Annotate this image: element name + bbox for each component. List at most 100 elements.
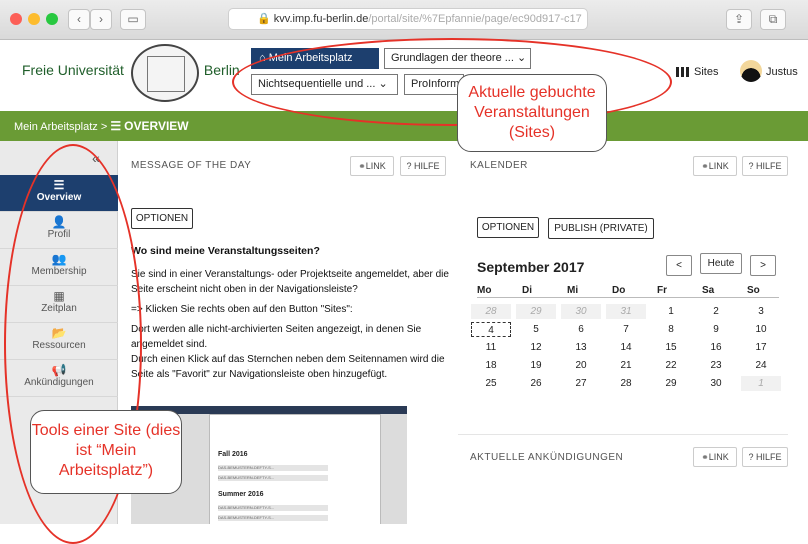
calendar-help-button[interactable]: ? HILFE	[742, 156, 788, 176]
breadcrumb-root[interactable]: Mein Arbeitsplatz	[14, 121, 98, 133]
calendar-day[interactable]: 28	[471, 304, 511, 319]
url-path: /portal/site/%7Epfannie/page/ec90d917-c1…	[368, 13, 582, 25]
calendar-day[interactable]: 4	[471, 322, 511, 337]
calendar-day[interactable]: 29	[516, 304, 556, 319]
tabs-icon[interactable]: ⧉	[760, 9, 786, 30]
close-window-button[interactable]	[10, 13, 22, 25]
calendar-day[interactable]: 16	[696, 340, 736, 355]
link-icon: ⚭	[358, 161, 366, 171]
annotation-note-tools: Tools einer Site (dies ist “Mein Arbeits…	[30, 410, 182, 494]
weekday-label: Sa	[702, 285, 715, 296]
calendar-day[interactable]: 21	[606, 358, 646, 373]
screenshot-site-item: DAS-BEMUSTERN-DEFTY-S...	[218, 465, 328, 471]
minimize-window-button[interactable]	[28, 13, 40, 25]
calendar-day[interactable]: 25	[471, 376, 511, 391]
annotation-note-sites: Aktuelle gebuchte Veranstaltungen (Sites…	[457, 74, 607, 152]
motd-title: MESSAGE OF THE DAY	[131, 160, 252, 171]
share-icon[interactable]: ⇪	[726, 9, 752, 30]
calendar-day[interactable]: 1	[741, 376, 781, 391]
weekday-label: Fr	[657, 285, 667, 296]
calendar-day[interactable]: 2	[696, 304, 736, 319]
announcements-link-label: LINK	[708, 452, 729, 462]
calendar-divider	[477, 297, 779, 298]
calendar-day[interactable]: 1	[651, 304, 691, 319]
sidebar-toggle-icon[interactable]: ▭	[120, 9, 146, 30]
calendar-next-button[interactable]: >	[750, 255, 776, 276]
calendar-day[interactable]: 20	[561, 358, 601, 373]
calendar-day[interactable]: 18	[471, 358, 511, 373]
weekday-label: So	[747, 285, 760, 296]
calendar-day[interactable]: 28	[606, 376, 646, 391]
calendar-link-button[interactable]: ⚭LINK	[693, 156, 737, 176]
calendar-day[interactable]: 13	[561, 340, 601, 355]
weekday-label: Di	[522, 285, 532, 296]
calendar-title: KALENDER	[470, 160, 528, 171]
screenshot-term-1: Fall 2016	[218, 451, 248, 458]
screenshot-site-item: DAS-BEMUSTERN-DEFTY-S...	[218, 505, 328, 511]
grid-icon	[676, 67, 690, 78]
calendar-day[interactable]: 19	[516, 358, 556, 373]
calendar-day[interactable]: 9	[696, 322, 736, 337]
announcements-link-button[interactable]: ⚭LINK	[693, 447, 737, 467]
screenshot-site-item: DAS-BEMUSTERN-DEFTY-S...	[218, 475, 328, 481]
address-bar[interactable]: 🔒 kvv.imp.fu-berlin.de/portal/site/%7Epf…	[228, 8, 588, 30]
announcements-help-button[interactable]: ? HILFE	[742, 447, 788, 467]
sites-label: Sites	[694, 66, 719, 78]
calendar-day[interactable]: 14	[606, 340, 646, 355]
breadcrumb-separator: >	[100, 121, 108, 133]
calendar-prev-button[interactable]: <	[666, 255, 692, 276]
user-name[interactable]: Justus	[766, 66, 798, 78]
forward-icon[interactable]: ›	[90, 9, 112, 30]
calendar-day[interactable]: 29	[651, 376, 691, 391]
calendar-day[interactable]: 30	[561, 304, 601, 319]
motd-paragraph: Dort werden alle nicht-archivierten Seit…	[131, 324, 422, 350]
link-icon: ⚭	[701, 452, 709, 462]
screenshot-sites-modal: Fall 2016 DAS-BEMUSTERN-DEFTY-S... DAS-B…	[209, 414, 381, 524]
menu-icon: ☰	[110, 119, 122, 133]
link-icon: ⚭	[701, 161, 709, 171]
calendar-day[interactable]: 12	[516, 340, 556, 355]
weekday-label: Mi	[567, 285, 579, 296]
motd-link-button[interactable]: ⚭LINK	[350, 156, 394, 176]
calendar-month: September 2017	[477, 259, 585, 275]
calendar-day[interactable]: 8	[651, 322, 691, 337]
motd-paragraph: Durch einen Klick auf das Sternchen nebe…	[131, 354, 445, 380]
motd-paragraph: => Klicken Sie rechts oben auf den Butto…	[131, 304, 353, 315]
lock-icon: 🔒	[257, 13, 271, 25]
calendar-options-button[interactable]: OPTIONEN	[477, 217, 539, 238]
calendar-day[interactable]: 27	[561, 376, 601, 391]
calendar-day[interactable]: 6	[561, 322, 601, 337]
motd-paragraph: Sie sind in einer Veranstaltungs- oder P…	[131, 269, 449, 295]
calendar-day[interactable]: 31	[606, 304, 646, 319]
announcements-title: AKTUELLE ANKÜNDIGUNGEN	[470, 452, 624, 463]
breadcrumb-current: OVERVIEW	[124, 119, 189, 133]
calendar-day[interactable]: 30	[696, 376, 736, 391]
calendar-day[interactable]: 15	[651, 340, 691, 355]
motd-help-button[interactable]: ? HILFE	[400, 156, 446, 176]
calendar-day[interactable]: 24	[741, 358, 781, 373]
sites-button[interactable]: Sites	[676, 66, 718, 78]
university-seal-icon	[131, 44, 199, 102]
calendar-day[interactable]: 3	[741, 304, 781, 319]
calendar-day[interactable]: 22	[651, 358, 691, 373]
calendar-day[interactable]: 5	[516, 322, 556, 337]
publish-private-button[interactable]: PUBLISH (PRIVATE)	[548, 218, 654, 239]
url-host: kvv.imp.fu-berlin.de	[273, 13, 369, 25]
motd-link-label: LINK	[365, 161, 386, 171]
calendar-today-button[interactable]: Heute	[700, 253, 742, 274]
motd-content: Wo sind meine Veranstaltungsseiten? Sie …	[131, 244, 451, 387]
back-icon[interactable]: ‹	[68, 9, 90, 30]
weekday-label: Do	[612, 285, 626, 296]
calendar-day[interactable]: 11	[471, 340, 511, 355]
calendar-day[interactable]: 26	[516, 376, 556, 391]
avatar[interactable]	[740, 60, 762, 82]
logo-text-left: Freie Universität	[22, 62, 124, 78]
section-divider	[458, 434, 788, 435]
calendar-day[interactable]: 10	[741, 322, 781, 337]
motd-options-button[interactable]: OPTIONEN	[131, 208, 193, 229]
zoom-window-button[interactable]	[46, 13, 58, 25]
calendar-day[interactable]: 7	[606, 322, 646, 337]
screenshot-term-2: Summer 2016	[218, 491, 264, 498]
calendar-day[interactable]: 17	[741, 340, 781, 355]
calendar-day[interactable]: 23	[696, 358, 736, 373]
